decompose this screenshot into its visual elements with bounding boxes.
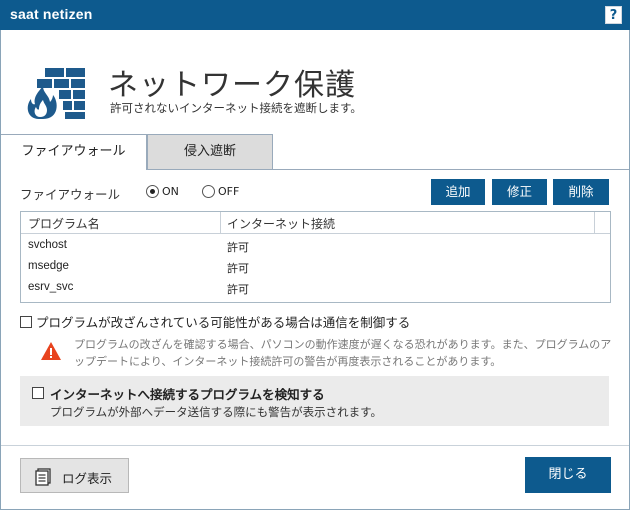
tamper-control-option[interactable]: プログラムが改ざんされている可能性がある場合は通信を制御する <box>20 312 410 331</box>
tab-divider <box>147 169 629 170</box>
column-divider[interactable] <box>220 212 221 234</box>
firewall-icon <box>27 68 85 119</box>
column-divider[interactable] <box>594 212 595 234</box>
column-header-access[interactable]: インターネット接続 <box>227 215 335 232</box>
warning-text: プログラムの改ざんを確認する場合、パソコンの動作速度が遅くなる恐れがあります。ま… <box>74 338 612 368</box>
app-title: saat netizen <box>10 6 93 22</box>
tamper-control-label: プログラムが改ざんされている可能性がある場合は通信を制御する <box>36 315 411 330</box>
radio-indicator <box>202 185 215 198</box>
edit-button[interactable]: 修正 <box>492 179 547 205</box>
title-bar: saat netizen ? <box>0 0 630 30</box>
table-row[interactable]: msedge 許可 <box>21 257 610 278</box>
program-name: svchost <box>28 239 67 251</box>
table-row[interactable]: svchost 許可 <box>21 236 610 257</box>
tamper-control-checkbox[interactable] <box>20 315 32 328</box>
access-status: 許可 <box>227 262 249 275</box>
detect-checkbox[interactable] <box>32 387 44 399</box>
log-icon <box>35 468 51 486</box>
page-title: ネットワーク保護 <box>108 68 356 103</box>
program-name: msedge <box>28 260 69 272</box>
access-status: 許可 <box>227 241 249 254</box>
detect-option-panel: インターネットへ接続するプログラムを検知する プログラムが外部へデータ送信する際… <box>20 376 609 426</box>
firewall-off-radio[interactable]: OFF <box>202 185 239 198</box>
footer-divider <box>1 445 629 446</box>
delete-button[interactable]: 削除 <box>553 179 609 205</box>
firewall-on-radio[interactable]: ON <box>146 185 179 198</box>
access-status: 許可 <box>227 283 249 296</box>
help-button[interactable]: ? <box>605 6 622 24</box>
detect-option-description: プログラムが外部へデータ送信する際にも警告が表示されます。 <box>50 405 383 419</box>
firewall-on-label: ON <box>162 185 179 198</box>
add-button[interactable]: 追加 <box>431 179 485 205</box>
page-subtitle: 許可されないインターネット接続を遮断します。 <box>110 101 362 115</box>
table-row[interactable]: esrv_svc 許可 <box>21 278 610 299</box>
program-table: プログラム名 インターネット接続 svchost 許可 msedge 許可 es… <box>20 211 611 303</box>
warning-icon <box>41 342 61 360</box>
program-name: esrv_svc <box>28 281 74 293</box>
close-button[interactable]: 閉じる <box>525 457 611 493</box>
table-header: プログラム名 インターネット接続 <box>21 212 610 234</box>
tab-firewall[interactable]: ファイアウォール <box>1 134 147 170</box>
view-log-button[interactable]: ログ表示 <box>20 458 129 493</box>
column-header-program[interactable]: プログラム名 <box>28 215 100 232</box>
radio-selected-indicator <box>146 185 159 198</box>
view-log-label: ログ表示 <box>62 471 113 486</box>
tab-intrusion-block[interactable]: 侵入遮断 <box>147 134 273 170</box>
detect-option-title: インターネットへ接続するプログラムを検知する <box>50 387 325 402</box>
firewall-label: ファイアウォール <box>20 187 121 202</box>
firewall-off-label: OFF <box>218 185 240 198</box>
